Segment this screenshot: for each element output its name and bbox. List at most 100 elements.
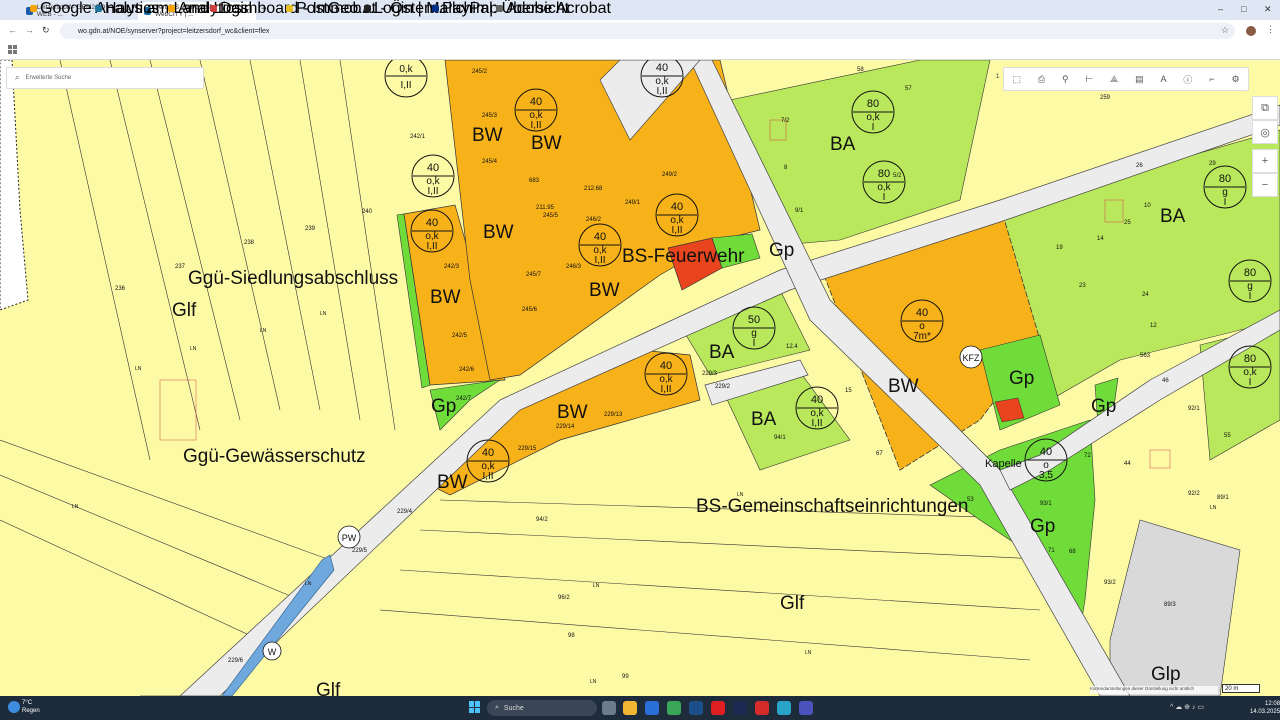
close-window-button[interactable]: ✕ [1264,4,1272,15]
text-icon[interactable]: A [1160,74,1166,84]
parcel-number: 94/1 [774,435,786,441]
parcel-number: 93/2 [1104,580,1116,586]
zone-label-bs-feuerwehr: BS-Feuerwehr [622,246,745,267]
parcel-number: 245/7 [526,272,542,278]
w-symbol-label: W [268,647,277,657]
back-arrow-icon[interactable]: ← [8,25,17,35]
land-use-label: LN [72,504,79,510]
parcel-number: 9/1 [795,208,804,214]
taskbar-search-label: Suche [503,704,524,712]
density-value: 80 [867,98,879,110]
photoshop-icon[interactable] [733,701,747,715]
density-value: I,II [426,241,437,252]
map-view[interactable]: Ggü-Siedlungsabschluss Glf Ggü-Gewässersch… [0,60,1280,696]
area-icon[interactable]: ⟁ [1110,74,1118,85]
taskview-icon[interactable] [602,701,616,715]
zone-label-gp: Gp [1030,516,1055,537]
weather-widget[interactable]: 7°C Regen [22,699,40,715]
pin-icon[interactable]: ⚲ [1062,74,1069,85]
zone-label-bw: BW [483,222,514,243]
parcel-number: 92/1 [1188,406,1200,412]
explorer-icon[interactable] [623,701,637,715]
land-use-label: LN [260,328,267,334]
profile-avatar[interactable] [1246,26,1256,36]
parcel-number: 249/2 [662,172,678,178]
density-value: I,II [482,471,493,482]
parcel-number: 239 [305,226,316,232]
clock[interactable]: 12:08 14.03.2025 [1250,700,1280,716]
settings-icon[interactable]: ⚙ [1231,74,1239,85]
zone-label-ba: BA [830,134,856,155]
parcel-number: 245/5 [543,213,559,219]
parcel-number: 563 [1140,353,1151,359]
system-tray[interactable]: ^ ☁ ⊕ ♪ ▭ [1170,703,1204,711]
teams-icon[interactable] [799,701,813,715]
parcel-number: 55 [1224,433,1231,439]
browser-menu-icon[interactable]: ⋮ [1266,24,1275,35]
toolbar-number: 1 [996,74,1000,80]
zone-label-gp: Gp [431,396,456,417]
density-value: 40 [427,162,439,174]
parcel-number: 29 [1209,161,1216,167]
land-use-label: LN [135,366,142,372]
parcel-number: 229/3 [702,371,718,377]
vertigis-icon[interactable] [689,701,703,715]
density-value: I,II [671,225,682,236]
bookmark-favicon-icon [286,5,293,12]
bookmark-favicon-icon [168,5,175,12]
density-value: 7m* [913,331,931,342]
start-icon[interactable] [469,701,481,713]
zone-label-glf: Glf [780,593,805,614]
zoom-out-button[interactable]: − [1252,173,1278,197]
url-input[interactable]: wo.gdn.at/NOE/synserver?project=leitzers… [60,23,1235,39]
info-icon[interactable]: ⓘ [1183,73,1192,86]
density-value: I [753,338,756,349]
parcel-number: 12 [1150,323,1157,329]
weather-icon[interactable] [8,701,20,713]
density-value: 40 [671,201,683,213]
kfz-symbol-label: KFZ [963,353,981,363]
maximize-button[interactable]: □ [1241,4,1246,14]
parcel-number: 44 [1124,461,1131,467]
edge-icon[interactable] [777,701,791,715]
zoom-in-button[interactable]: + [1252,149,1278,173]
apps-grid-icon[interactable] [8,45,17,54]
forward-arrow-icon[interactable]: → [25,25,34,35]
parcel-number: 246/3 [566,264,582,270]
map-toolbar: ⬚ ⎙ ⚲ ⊢ ⟁ ▤ A ⓘ ⌐ ⚙ [1003,67,1249,91]
print-icon[interactable]: ⎙ [1038,74,1045,85]
density-value: I,II [400,80,411,91]
opera-icon[interactable] [711,701,725,715]
bookmark-star-icon[interactable]: ☆ [1221,25,1229,36]
reload-icon[interactable]: ↻ [42,25,50,36]
store-icon[interactable] [645,701,659,715]
search-input[interactable]: ⌕ Erweiterte Suche [6,67,204,89]
zone-label-ba: BA [709,342,735,363]
taskbar-search[interactable]: ⌕ Suche [487,700,597,716]
density-value: 0,k [399,64,413,75]
zone-label-gp: Gp [1009,368,1034,389]
bookmark-favicon-icon [95,5,102,12]
measure-icon[interactable]: ⊢ [1085,74,1093,85]
zone-label-ba: BA [751,409,777,430]
zone-label-bw: BW [472,125,503,146]
parcel-number: 14 [1097,236,1104,242]
minimize-button[interactable]: – [1218,4,1223,14]
zone-label-bw: BW [888,376,919,397]
url-text: wo.gdn.at/NOE/synserver?project=leitzers… [78,27,270,35]
map-label-kapelle: Kapelle [985,458,1022,470]
parcel-number: 683 [529,178,540,184]
globe-button[interactable]: ◎ [1252,120,1278,144]
acrobat-icon[interactable] [755,701,769,715]
weather-desc: Regen [22,708,40,714]
select-icon[interactable]: ⬚ [1012,74,1021,85]
redline-icon[interactable]: ⌐ [1209,74,1214,84]
bookmark-item[interactable]: Adobe Acrobat [496,0,611,17]
layers-panel-button[interactable]: ⧉ [1252,96,1278,120]
zone-label-glf: Glf [316,680,341,696]
chrome-icon[interactable] [667,701,681,715]
density-value: 40 [660,360,672,372]
parcel-number: 98 [568,633,575,639]
search-icon: ⌕ [15,73,20,82]
layers-icon[interactable]: ▤ [1135,74,1144,85]
